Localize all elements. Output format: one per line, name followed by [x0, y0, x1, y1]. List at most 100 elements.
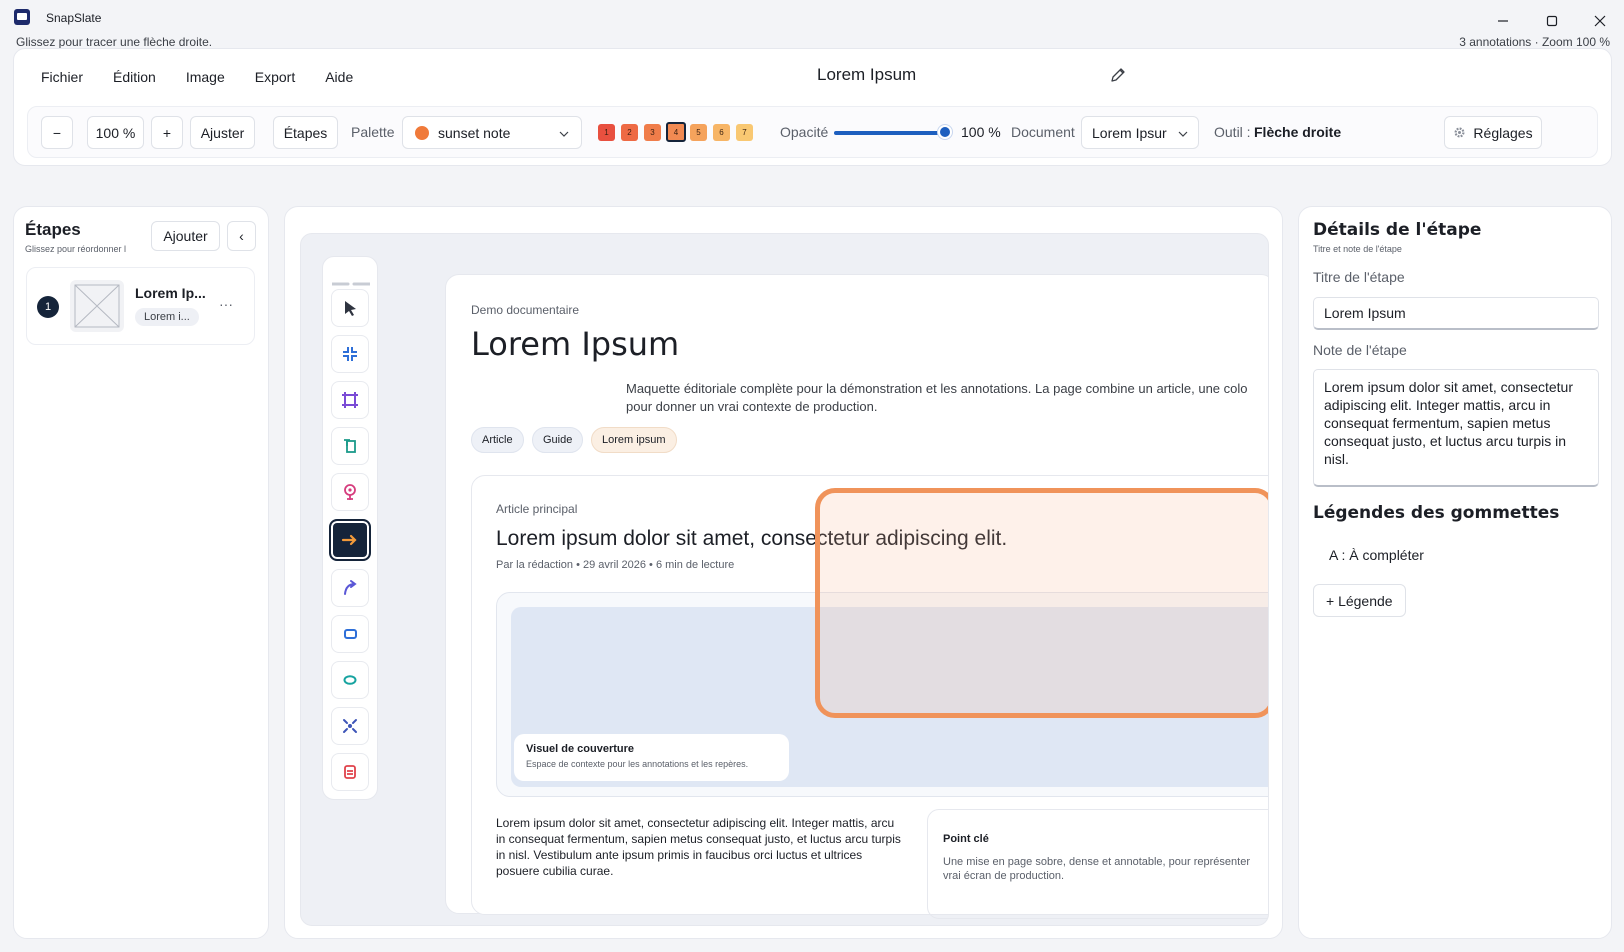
details-subtitle: Titre et note de l'étape [1313, 244, 1402, 254]
page-intro-line-1: Maquette éditoriale complète pour la dém… [626, 381, 1248, 396]
top-bar: Fichier Édition Image Export Aide Lorem … [13, 48, 1612, 166]
menu-bar: Fichier Édition Image Export Aide [41, 69, 353, 85]
article-meta: Par la rédaction • 29 avril 2026 • 6 min… [496, 559, 735, 571]
crop-icon[interactable] [331, 335, 369, 373]
legend-title: Légendes des gommettes [1313, 503, 1560, 523]
app-logo-icon [14, 9, 30, 25]
step-note-label: Note de l'étape [1313, 342, 1407, 358]
close-icon[interactable] [1590, 11, 1610, 31]
status-hint: Glissez pour tracer une flèche droite. [16, 35, 213, 49]
step-note-textarea[interactable]: Lorem ipsum dolor sit amet, consectetur … [1313, 369, 1599, 487]
hero-caption: Visuel de couverture Espace de contexte … [514, 734, 789, 781]
chip-article: Article [471, 427, 524, 453]
color-swatch-3[interactable]: 3 [644, 124, 661, 141]
palette-select[interactable]: sunset note [402, 116, 582, 149]
step-card[interactable]: 1 Lorem Ip... Lorem i... ··· [26, 267, 255, 345]
color-swatch-5[interactable]: 5 [690, 124, 707, 141]
tool-value: Flèche droite [1254, 124, 1342, 140]
step-tag: Lorem i... [135, 308, 199, 326]
keypoint-card: Point clé Une mise en page sobre, dense … [927, 809, 1268, 919]
article-kicker: Article principal [496, 502, 578, 516]
chip-lorem: Lorem ipsum [591, 427, 677, 453]
text-icon[interactable] [331, 427, 369, 465]
step-details-panel: Détails de l'étape Titre et note de l'ét… [1298, 206, 1612, 939]
redact-icon[interactable] [331, 753, 369, 791]
chevron-down-icon [1178, 126, 1188, 142]
steps-panel-subtitle: Glissez pour réordonner l [25, 244, 127, 254]
gear-icon [1453, 126, 1466, 139]
arrow-curved-icon[interactable] [331, 569, 369, 607]
collapse-panel-button[interactable]: ‹ [227, 221, 256, 251]
color-swatch-4[interactable]: 4 [666, 122, 686, 142]
color-swatch-1[interactable]: 1 [598, 124, 615, 141]
step-title-label: Titre de l'étape [1313, 269, 1405, 285]
blur-icon[interactable] [331, 707, 369, 745]
menu-aide[interactable]: Aide [325, 69, 353, 85]
page-intro: Maquette éditoriale complète pour la dém… [626, 380, 1268, 416]
add-legend-button[interactable]: + Légende [1313, 584, 1406, 617]
settings-label: Réglages [1473, 124, 1533, 141]
document-label: Document [1011, 124, 1075, 140]
document-select-value: Lorem Ipsur [1092, 124, 1167, 141]
settings-button[interactable]: Réglages [1444, 116, 1542, 149]
page-intro-line-2: pour donner un vrai contexte de producti… [626, 399, 878, 414]
toolbar: − 100 % + Ajuster Étapes Palette sunset … [27, 106, 1598, 158]
step-more-icon[interactable]: ··· [219, 296, 233, 312]
opacity-value: 100 % [961, 124, 1001, 140]
step-title: Lorem Ip... [135, 285, 206, 301]
caption-description: Espace de contexte pour les annotations … [526, 759, 749, 769]
tool-label: Outil : [1214, 124, 1251, 140]
legend-item[interactable]: A : À compléter [1329, 547, 1424, 563]
app-title: SnapSlate [46, 11, 102, 25]
caption-title: Visuel de couverture [526, 743, 635, 755]
select-icon[interactable] [331, 289, 369, 327]
color-swatch-7[interactable]: 7 [736, 124, 753, 141]
arrow-straight-icon[interactable] [329, 519, 371, 561]
keypoint-line-1: Une mise en page sobre, dense et annotab… [943, 856, 1250, 868]
menu-edition[interactable]: Édition [113, 69, 156, 85]
document-title: Lorem Ipsum [817, 65, 917, 84]
keypoint-description: Une mise en page sobre, dense et annotab… [943, 855, 1250, 883]
add-step-button[interactable]: Ajouter [151, 221, 220, 251]
page-kicker: Demo documentaire [471, 303, 580, 317]
step-title-input[interactable]: Lorem Ipsum [1313, 297, 1599, 330]
maximize-icon[interactable] [1542, 11, 1562, 31]
steps-panel: Étapes Glissez pour réordonner l Ajouter… [13, 206, 269, 939]
details-title: Détails de l'étape [1313, 220, 1482, 240]
rectangle-icon[interactable] [331, 615, 369, 653]
zoom-in-button[interactable]: + [151, 116, 183, 149]
color-swatch-2[interactable]: 2 [621, 124, 638, 141]
keypoint-line-2: vrai écran de production. [943, 870, 1065, 882]
drag-handle-icon[interactable] [330, 273, 372, 286]
zoom-out-button[interactable]: − [41, 116, 73, 149]
chip-guide: Guide [532, 427, 584, 453]
tool-rail [322, 256, 378, 800]
step-thumbnail-icon [70, 280, 124, 332]
article-body: Lorem ipsum dolor sit amet, consectetur … [496, 816, 901, 878]
keypoint-title: Point clé [943, 833, 989, 845]
pencil-icon[interactable] [1109, 66, 1127, 84]
palette-value: sunset note [438, 124, 511, 141]
menu-image[interactable]: Image [186, 69, 225, 85]
opacity-slider-thumb[interactable] [938, 125, 952, 139]
menu-export[interactable]: Export [255, 69, 295, 85]
pin-icon[interactable] [331, 473, 369, 511]
annotation-rectangle[interactable] [815, 488, 1268, 718]
fit-button[interactable]: Ajuster [190, 116, 255, 149]
opacity-slider[interactable] [834, 131, 944, 135]
frame-icon[interactable] [331, 381, 369, 419]
palette-label: Palette [351, 124, 395, 140]
zoom-value[interactable]: 100 % [87, 116, 144, 149]
menu-fichier[interactable]: Fichier [41, 69, 83, 85]
status-summary: 3 annotations · Zoom 100 % [1459, 35, 1610, 49]
canvas[interactable]: Demo documentaire Lorem Ipsum Maquette é… [300, 233, 1269, 926]
chevron-down-icon [559, 126, 569, 142]
minimize-icon[interactable] [1493, 11, 1513, 31]
steps-button[interactable]: Étapes [273, 116, 338, 149]
color-swatch-6[interactable]: 6 [713, 124, 730, 141]
document-select[interactable]: Lorem Ipsur [1081, 116, 1199, 149]
canvas-panel: Demo documentaire Lorem Ipsum Maquette é… [284, 206, 1283, 939]
step-number-badge: 1 [37, 296, 59, 318]
steps-panel-title: Étapes [25, 220, 81, 239]
ellipse-icon[interactable] [331, 661, 369, 699]
